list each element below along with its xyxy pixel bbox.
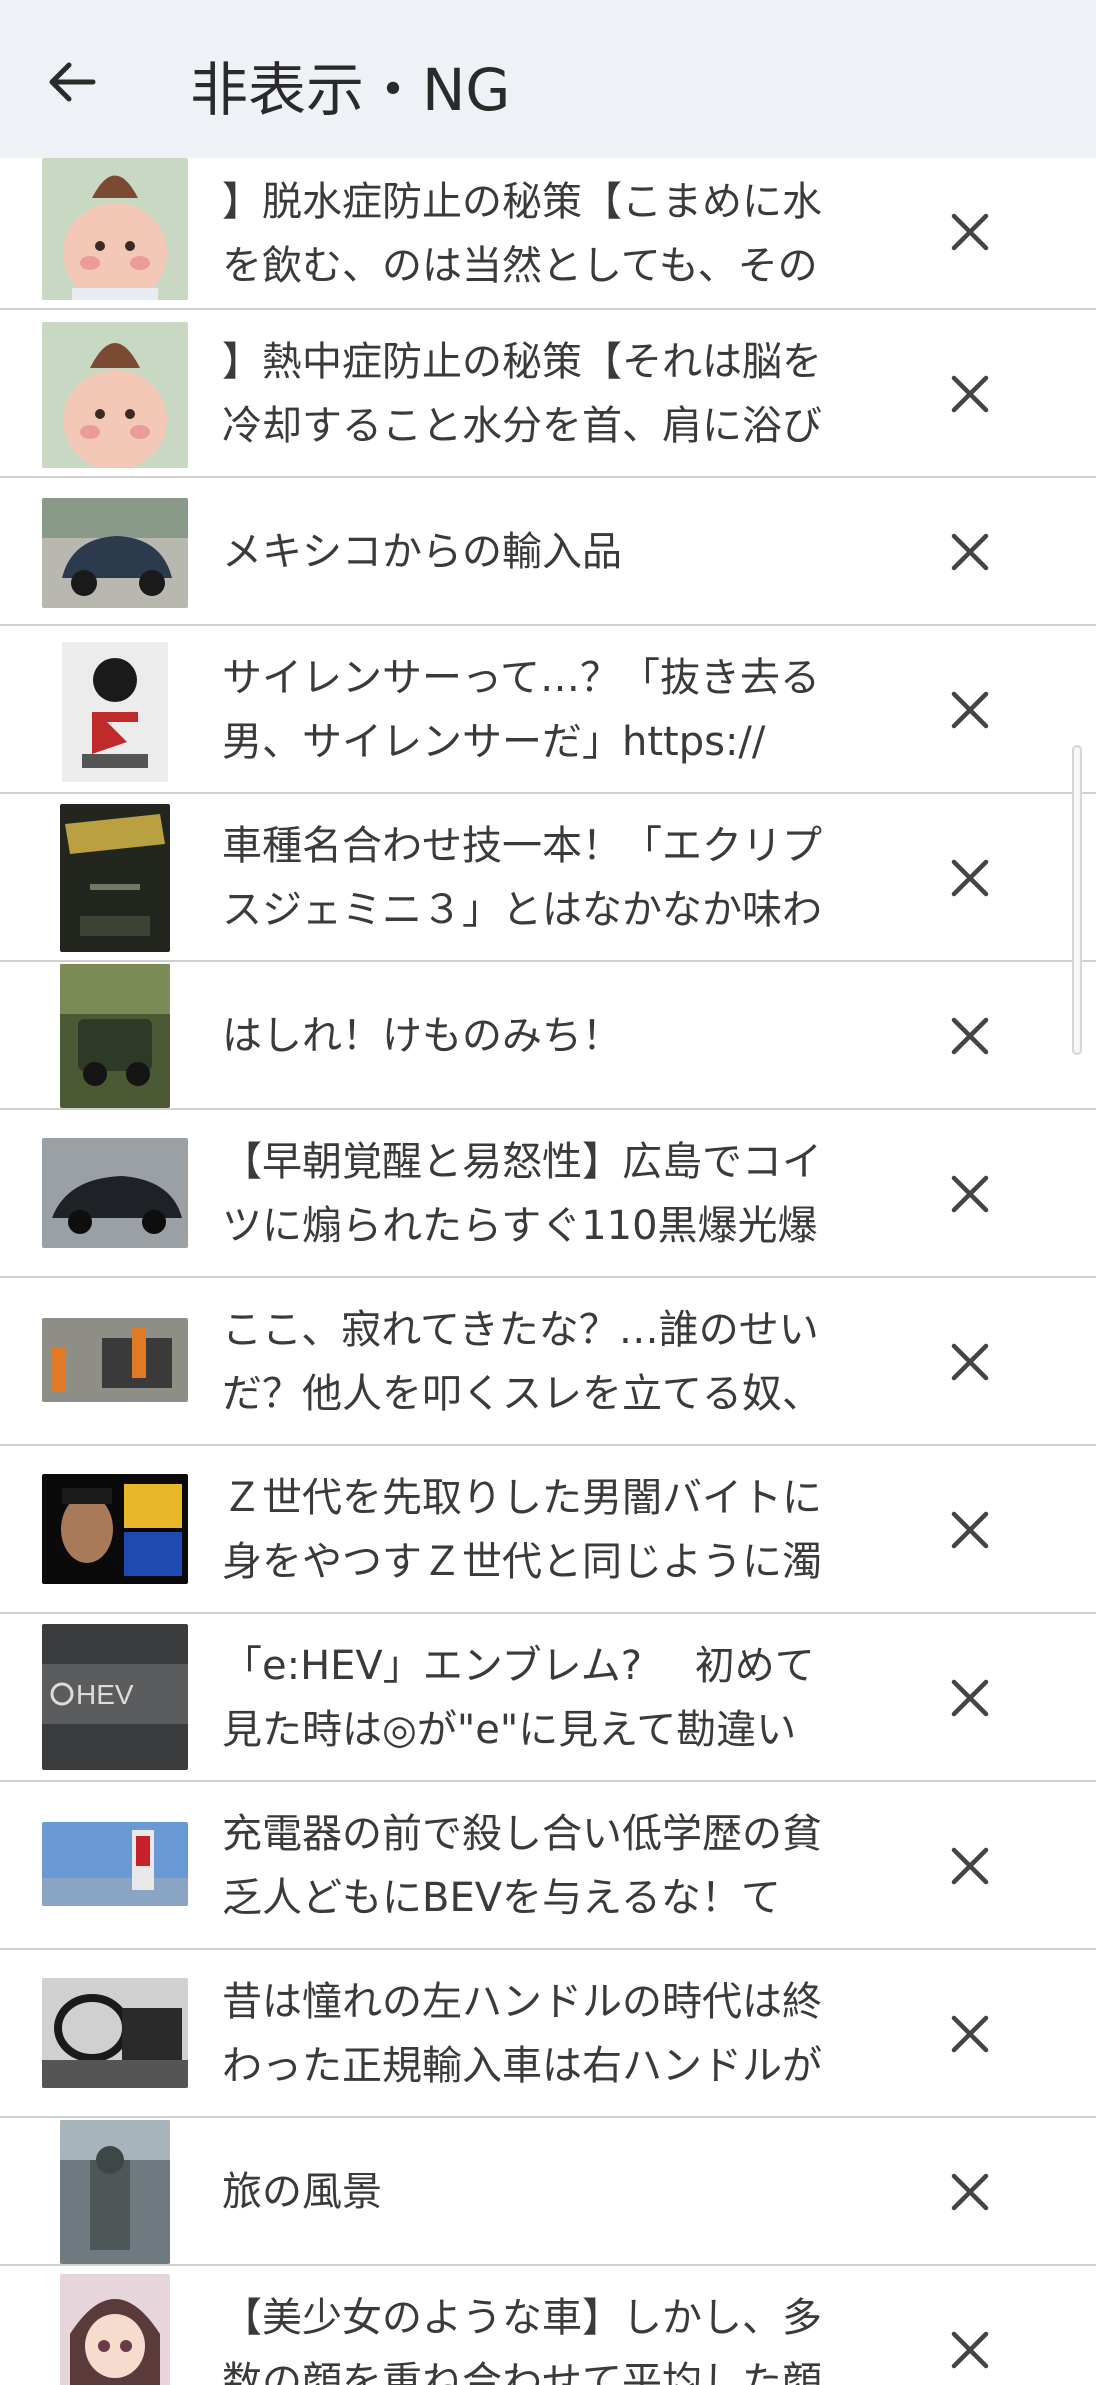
remove-button[interactable] xyxy=(940,1836,1000,1896)
thumbnail-image xyxy=(60,2120,170,2264)
close-icon xyxy=(951,375,989,413)
thumbnail-image xyxy=(60,804,170,952)
remove-button[interactable] xyxy=(940,848,1000,908)
list-item[interactable]: HEV 「e:HEV」エンブレム? 初めて 見た時は◎が"e"に見えて勘違い xyxy=(0,1614,1096,1782)
item-title: 旅の風景 xyxy=(222,2169,382,2215)
item-title: 車種名合わせ技一本！「エクリプ スジェミニ３」とはなかなか味わ xyxy=(222,823,822,933)
item-title: サイレンサーって…？「抜き去る 男、サイレンサーだ」https:// xyxy=(222,655,820,765)
thumbnail-image xyxy=(42,1138,188,1248)
remove-button[interactable] xyxy=(940,2004,1000,2064)
close-icon xyxy=(951,2173,989,2211)
list-item[interactable]: Ｚ世代を先取りした男闇バイトに 身をやつすＺ世代と同じように濁 xyxy=(0,1446,1096,1614)
item-title: 昔は憧れの左ハンドルの時代は終 わった正規輸入車は右ハンドルが xyxy=(222,1979,822,2089)
close-icon xyxy=(951,1847,989,1885)
close-icon xyxy=(951,2331,989,2369)
remove-button[interactable] xyxy=(940,1332,1000,1392)
hidden-ng-list[interactable]: 】脱水症防止の秘策【こまめに水 を飲む、のは当然としても、その 】熱中症防止の秘… xyxy=(0,0,1096,2385)
item-title: はしれ！けものみち！ xyxy=(222,1013,622,1059)
list-item[interactable]: 】熱中症防止の秘策【それは脳を 冷却すること水分を首、肩に浴び xyxy=(0,310,1096,478)
close-icon xyxy=(951,1679,989,1717)
close-icon xyxy=(951,1017,989,1055)
item-title: メキシコからの輸入品 xyxy=(222,529,622,575)
close-icon xyxy=(951,691,989,729)
list-item[interactable]: ここ、寂れてきたな？…誰のせい だ？他人を叩くスレを立てる奴、 xyxy=(0,1278,1096,1446)
item-title: 【美少女のような車】しかし、多 数の顔を重ね合わせて平均した顔 xyxy=(222,2295,822,2385)
close-icon xyxy=(951,2015,989,2053)
scrollbar[interactable] xyxy=(1072,745,1082,1055)
close-icon xyxy=(951,213,989,251)
list-item[interactable]: 昔は憧れの左ハンドルの時代は終 わった正規輸入車は右ハンドルが xyxy=(0,1950,1096,2118)
close-icon xyxy=(951,533,989,571)
close-icon xyxy=(951,1175,989,1213)
remove-button[interactable] xyxy=(940,1164,1000,1224)
thumbnail-image xyxy=(42,158,188,300)
thumbnail-image xyxy=(42,1318,188,1402)
thumbnail-image xyxy=(42,1978,188,2088)
close-icon xyxy=(951,859,989,897)
remove-button[interactable] xyxy=(940,1006,1000,1066)
remove-button[interactable] xyxy=(940,202,1000,262)
list-item[interactable]: 車種名合わせ技一本！「エクリプ スジェミニ３」とはなかなか味わ xyxy=(0,794,1096,962)
thumbnail-image xyxy=(42,498,188,608)
remove-button[interactable] xyxy=(940,2162,1000,2222)
back-button[interactable] xyxy=(44,54,100,110)
thumbnail-image xyxy=(42,322,188,468)
item-title: Ｚ世代を先取りした男闇バイトに 身をやつすＺ世代と同じように濁 xyxy=(222,1475,822,1585)
remove-button[interactable] xyxy=(940,680,1000,740)
list-item[interactable]: サイレンサーって…？「抜き去る 男、サイレンサーだ」https:// xyxy=(0,626,1096,794)
thumbnail-image xyxy=(60,2274,170,2385)
item-title: ここ、寂れてきたな？…誰のせい だ？他人を叩くスレを立てる奴、 xyxy=(222,1307,822,1417)
page-title: 非表示・NG xyxy=(190,56,511,124)
thumbnail-image: HEV xyxy=(42,1624,188,1770)
close-icon xyxy=(951,1511,989,1549)
close-icon xyxy=(951,1343,989,1381)
app-bar: 非表示・NG xyxy=(0,0,1096,158)
remove-button[interactable] xyxy=(940,1500,1000,1560)
arrow-left-icon xyxy=(49,62,96,102)
list-item[interactable]: 旅の風景 xyxy=(0,2118,1096,2266)
thumbnail-image xyxy=(42,1822,188,1906)
list-item[interactable]: 【美少女のような車】しかし、多 数の顔を重ね合わせて平均した顔 xyxy=(0,2266,1096,2385)
list-item[interactable]: メキシコからの輸入品 xyxy=(0,478,1096,626)
app-screen: 】脱水症防止の秘策【こまめに水 を飲む、のは当然としても、その 】熱中症防止の秘… xyxy=(0,0,1096,2385)
remove-button[interactable] xyxy=(940,2320,1000,2380)
remove-button[interactable] xyxy=(940,364,1000,424)
thumbnail-image xyxy=(62,642,168,782)
list-item[interactable]: 充電器の前で殺し合い低学歴の貧 乏人どもにBEVを与えるな！て xyxy=(0,1782,1096,1950)
list-item[interactable]: 】脱水症防止の秘策【こまめに水 を飲む、のは当然としても、その xyxy=(0,158,1096,310)
item-title: 】脱水症防止の秘策【こまめに水 を飲む、のは当然としても、その xyxy=(222,179,822,289)
svg-text:HEV: HEV xyxy=(76,1679,134,1710)
item-title: 【早朝覚醒と易怒性】広島でコイ ツに煽られたらすぐ110黒爆光爆 xyxy=(222,1139,822,1249)
list-item[interactable]: 【早朝覚醒と易怒性】広島でコイ ツに煽られたらすぐ110黒爆光爆 xyxy=(0,1110,1096,1278)
item-title: 充電器の前で殺し合い低学歴の貧 乏人どもにBEVを与えるな！て xyxy=(222,1811,822,1921)
remove-button[interactable] xyxy=(940,1668,1000,1728)
list-item[interactable]: はしれ！けものみち！ xyxy=(0,962,1096,1110)
item-title: 】熱中症防止の秘策【それは脳を 冷却すること水分を首、肩に浴び xyxy=(222,339,822,449)
thumbnail-image xyxy=(42,1474,188,1584)
remove-button[interactable] xyxy=(940,522,1000,582)
item-title: 「e:HEV」エンブレム? 初めて 見た時は◎が"e"に見えて勘違い xyxy=(222,1643,815,1753)
thumbnail-image xyxy=(60,964,170,1108)
